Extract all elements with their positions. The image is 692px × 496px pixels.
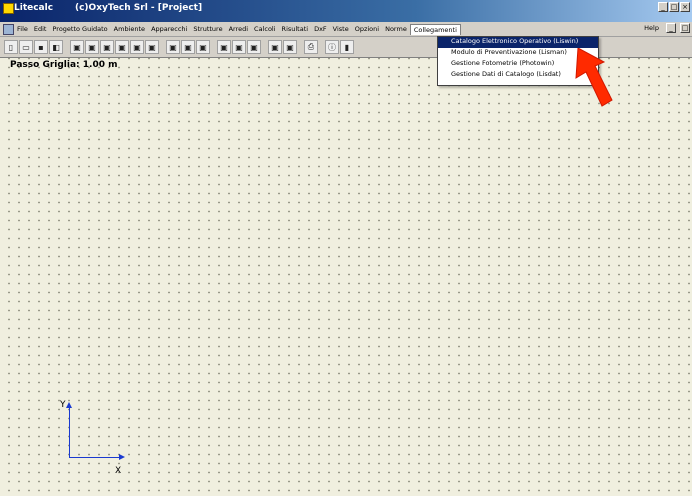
calc-icon-2[interactable]: ▣ [181,40,195,54]
document-icon[interactable] [3,24,14,35]
app-icon[interactable] [3,3,14,14]
menu-bar: File Edit Progetto Guidato Ambiente Appa… [0,22,692,37]
result-icon-3[interactable]: ▣ [247,40,261,54]
menu-risultati[interactable]: Risultati [279,24,312,35]
project-icon[interactable]: ◧ [49,40,63,54]
x-axis-arrow-icon [119,454,125,460]
y-axis-line [69,406,70,458]
minimize-icon[interactable]: _ [658,2,668,12]
close-icon[interactable]: × [680,2,690,12]
view-render-icon[interactable]: ▣ [283,40,297,54]
grid-step-label: Passo Griglia: 1.00 m [10,60,118,70]
title-bar: Litecalc (c)OxyTech Srl - [Project] _ □ … [0,0,692,22]
luminaire-icon-1[interactable]: ▣ [70,40,84,54]
menu-collegamenti[interactable]: Collegamenti [409,24,461,35]
new-file-icon[interactable]: ▯ [4,40,18,54]
calc-icon-1[interactable]: ▣ [166,40,180,54]
red-pointer-arrow-icon [575,48,613,107]
norm-icon[interactable]: ▮ [340,40,354,54]
window-title: Litecalc (c)OxyTech Srl - [Project] [14,3,203,13]
luminaire-icon-6[interactable]: ▣ [145,40,159,54]
menu-ambiente[interactable]: Ambiente [111,24,148,35]
luminaire-icon-4[interactable]: ▣ [115,40,129,54]
menu-viste[interactable]: Viste [330,24,352,35]
doc-restore-icon[interactable]: □ [680,23,690,33]
window-controls: _ □ × [658,2,690,12]
x-axis-line [69,457,121,458]
luminaire-icon-3[interactable]: ▣ [100,40,114,54]
menu-file[interactable]: File [14,24,31,35]
menu-help[interactable]: Help [641,23,662,33]
calc-icon-3[interactable]: ▣ [196,40,210,54]
luminaire-icon-5[interactable]: ▣ [130,40,144,54]
menu-norme[interactable]: Norme [382,24,410,35]
view-3d-icon[interactable]: ▣ [268,40,282,54]
doc-minimize-icon[interactable]: _ [666,23,676,33]
menu-edit[interactable]: Edit [31,24,50,35]
y-axis-arrow-icon [66,402,72,408]
menu-arredi[interactable]: Arredi [226,24,251,35]
result-icon-1[interactable]: ▣ [217,40,231,54]
menu-opzioni[interactable]: Opzioni [352,24,382,35]
maximize-icon[interactable]: □ [669,2,679,12]
result-icon-2[interactable]: ▣ [232,40,246,54]
save-disk-icon[interactable]: ▪ [34,40,48,54]
drawing-canvas[interactable] [0,58,692,496]
info-icon[interactable]: ⓘ [325,40,339,54]
menu-right-area: Help _ □ [641,23,690,33]
luminaire-icon-2[interactable]: ▣ [85,40,99,54]
menu-strutture[interactable]: Strutture [190,24,225,35]
menu-dxf[interactable]: DxF [311,24,330,35]
print-icon[interactable]: ⎙ [304,40,318,54]
open-folder-icon[interactable]: ▭ [19,40,33,54]
dropdown-item-liswin[interactable]: Catalogo Elettronico Operativo (Liswin) [438,37,598,48]
y-axis-label: Y [60,400,66,410]
x-axis-label: X [115,466,122,476]
menu-calcoli[interactable]: Calcoli [251,24,279,35]
menu-progetto-guidato[interactable]: Progetto Guidato [49,24,110,35]
menu-apparecchi[interactable]: Apparecchi [148,24,190,35]
